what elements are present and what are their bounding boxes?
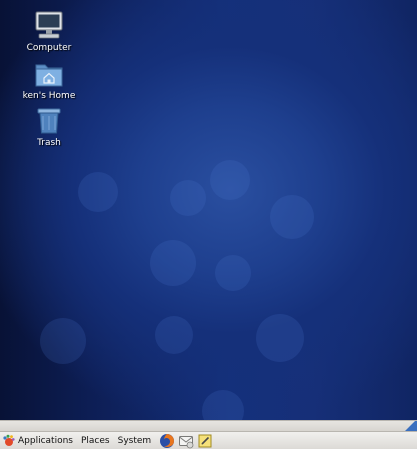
computer-icon (33, 11, 65, 41)
bokeh-decoration (202, 390, 244, 420)
bokeh-decoration (215, 255, 251, 291)
menu-label: Applications (18, 435, 73, 446)
menu-system[interactable]: System (114, 432, 156, 449)
bokeh-decoration (170, 180, 206, 216)
desktop-icon-label: ken's Home (22, 91, 76, 101)
desktop-icon-label: Computer (26, 43, 72, 53)
bokeh-decoration (40, 318, 86, 364)
bottom-panel: Applications Places System (0, 431, 417, 449)
bokeh-decoration (78, 172, 118, 212)
bokeh-decoration (155, 316, 193, 354)
menu-label: System (117, 435, 152, 446)
home-folder-icon (33, 59, 65, 89)
bokeh-decoration (150, 240, 196, 286)
bokeh-decoration (210, 160, 250, 200)
desktop-icon-computer[interactable]: Computer (14, 11, 84, 53)
bokeh-decoration (256, 314, 304, 362)
strip-corner-decoration (405, 421, 417, 431)
menu-applications[interactable]: Applications (0, 432, 77, 449)
menu-places[interactable]: Places (77, 432, 114, 449)
menu-label: Places (80, 435, 110, 446)
desktop-background: Computer ken's Home Trash (0, 0, 417, 420)
desktop-icon-label: Trash (37, 138, 61, 148)
trash-icon (33, 106, 65, 136)
note-editor-icon[interactable] (197, 433, 213, 449)
gnome-foot-icon (2, 434, 15, 447)
firefox-icon[interactable] (159, 433, 175, 449)
desktop-icon-trash[interactable]: Trash (14, 106, 84, 148)
desktop-icon-home[interactable]: ken's Home (14, 59, 84, 101)
email-icon[interactable] (178, 433, 194, 449)
bokeh-decoration (270, 195, 314, 239)
